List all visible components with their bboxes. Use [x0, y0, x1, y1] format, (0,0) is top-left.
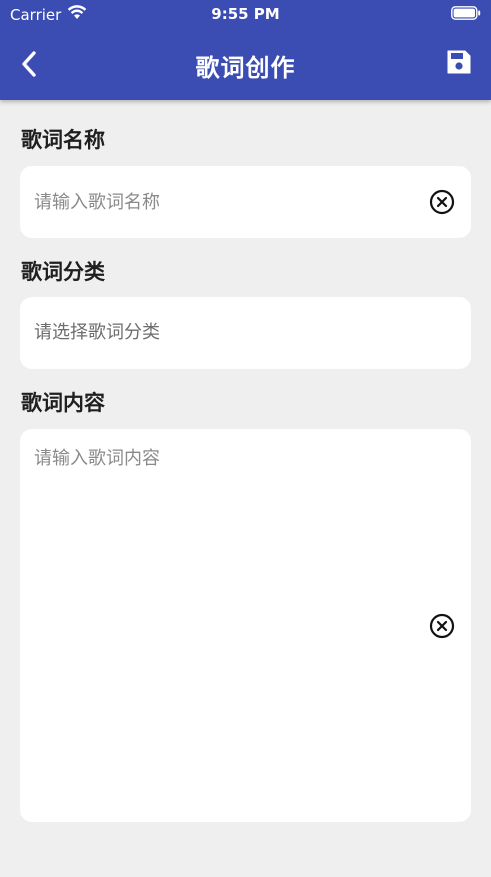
lyric-category-label: 歌词分类 [21, 260, 105, 284]
lyric-name-input[interactable] [34, 166, 414, 238]
clear-name-icon[interactable] [429, 189, 455, 215]
lyric-content-card [20, 429, 471, 822]
clear-content-icon[interactable] [429, 613, 455, 639]
app-header: Carrier 9:55 PM 歌词创作 [0, 0, 491, 100]
lyric-name-card [20, 166, 471, 238]
lyric-category-select[interactable]: 请选择歌词分类 [20, 297, 471, 369]
lyric-content-label: 歌词内容 [21, 391, 105, 415]
battery-icon [451, 6, 481, 24]
status-bar: Carrier 9:55 PM [0, 0, 491, 28]
lyric-category-placeholder: 请选择歌词分类 [34, 322, 160, 343]
save-button[interactable] [445, 48, 473, 76]
lyric-content-textarea[interactable] [34, 445, 424, 815]
save-icon [447, 50, 471, 74]
navigation-bar: 歌词创作 [0, 36, 491, 92]
lyric-name-label: 歌词名称 [21, 128, 105, 152]
status-time: 9:55 PM [211, 5, 280, 23]
page-title: 歌词创作 [195, 54, 296, 82]
